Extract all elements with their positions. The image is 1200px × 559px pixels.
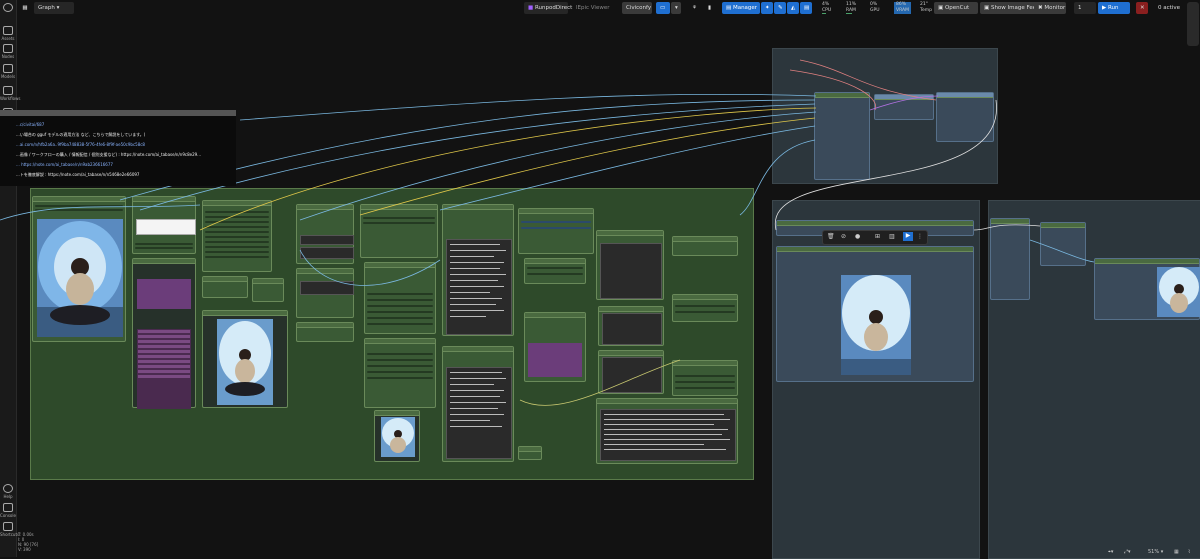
convert-icon[interactable]: ▥ — [889, 233, 895, 240]
execute-icon[interactable]: ▶ — [903, 232, 913, 241]
frame-icon[interactable]: ⊞ — [875, 233, 880, 240]
note-line-2: ...い場合の gguf モデルの適用方法 など、こちらで解説をしています。) — [16, 132, 146, 137]
note-line-6: ...トを徹底解説 : https://note.com/ai_tabase/n… — [16, 172, 140, 177]
note-line-3[interactable]: ...ai.com/n/hfb2a6a..9f9ba748838-5f76-4f… — [16, 142, 145, 147]
link-visibility-icon[interactable]: ⌇ — [1188, 549, 1190, 555]
canvas-info: T: 0.00s I: 0 N: 90 [76] V: 390 — [18, 532, 39, 552]
note-line-4: ...画像 / ワークフローの購入 / 情報配信 / 個別支援など) : htt… — [16, 152, 201, 157]
select-mode-icon[interactable]: ⌖▾ — [1108, 549, 1113, 555]
markdown-note-node[interactable]: ...c/civitai/687 ...い場合の gguf モデルの適用方法 な… — [0, 110, 236, 186]
bypass-icon[interactable]: ⊘ — [841, 233, 846, 240]
fit-view-icon[interactable]: ⤢▾ — [1124, 549, 1131, 555]
note-line-1[interactable]: ...c/civitai/687 — [16, 122, 44, 127]
zoom-level[interactable]: 51% ▾ — [1148, 549, 1163, 555]
node-wires — [0, 59, 1095, 406]
minimap-icon[interactable]: ▦ — [1174, 549, 1179, 555]
selection-toolbar: 🗑 ⊘ ● ⊞ ▥ ▶ ⋮ — [822, 230, 928, 245]
color-icon[interactable]: ● — [855, 233, 860, 240]
delete-icon[interactable]: 🗑 — [827, 233, 835, 240]
more-options-icon[interactable]: ⋮ — [917, 233, 923, 240]
note-line-5[interactable]: ... https://note.com/ai_tabase/n/n9ab236… — [16, 162, 113, 167]
